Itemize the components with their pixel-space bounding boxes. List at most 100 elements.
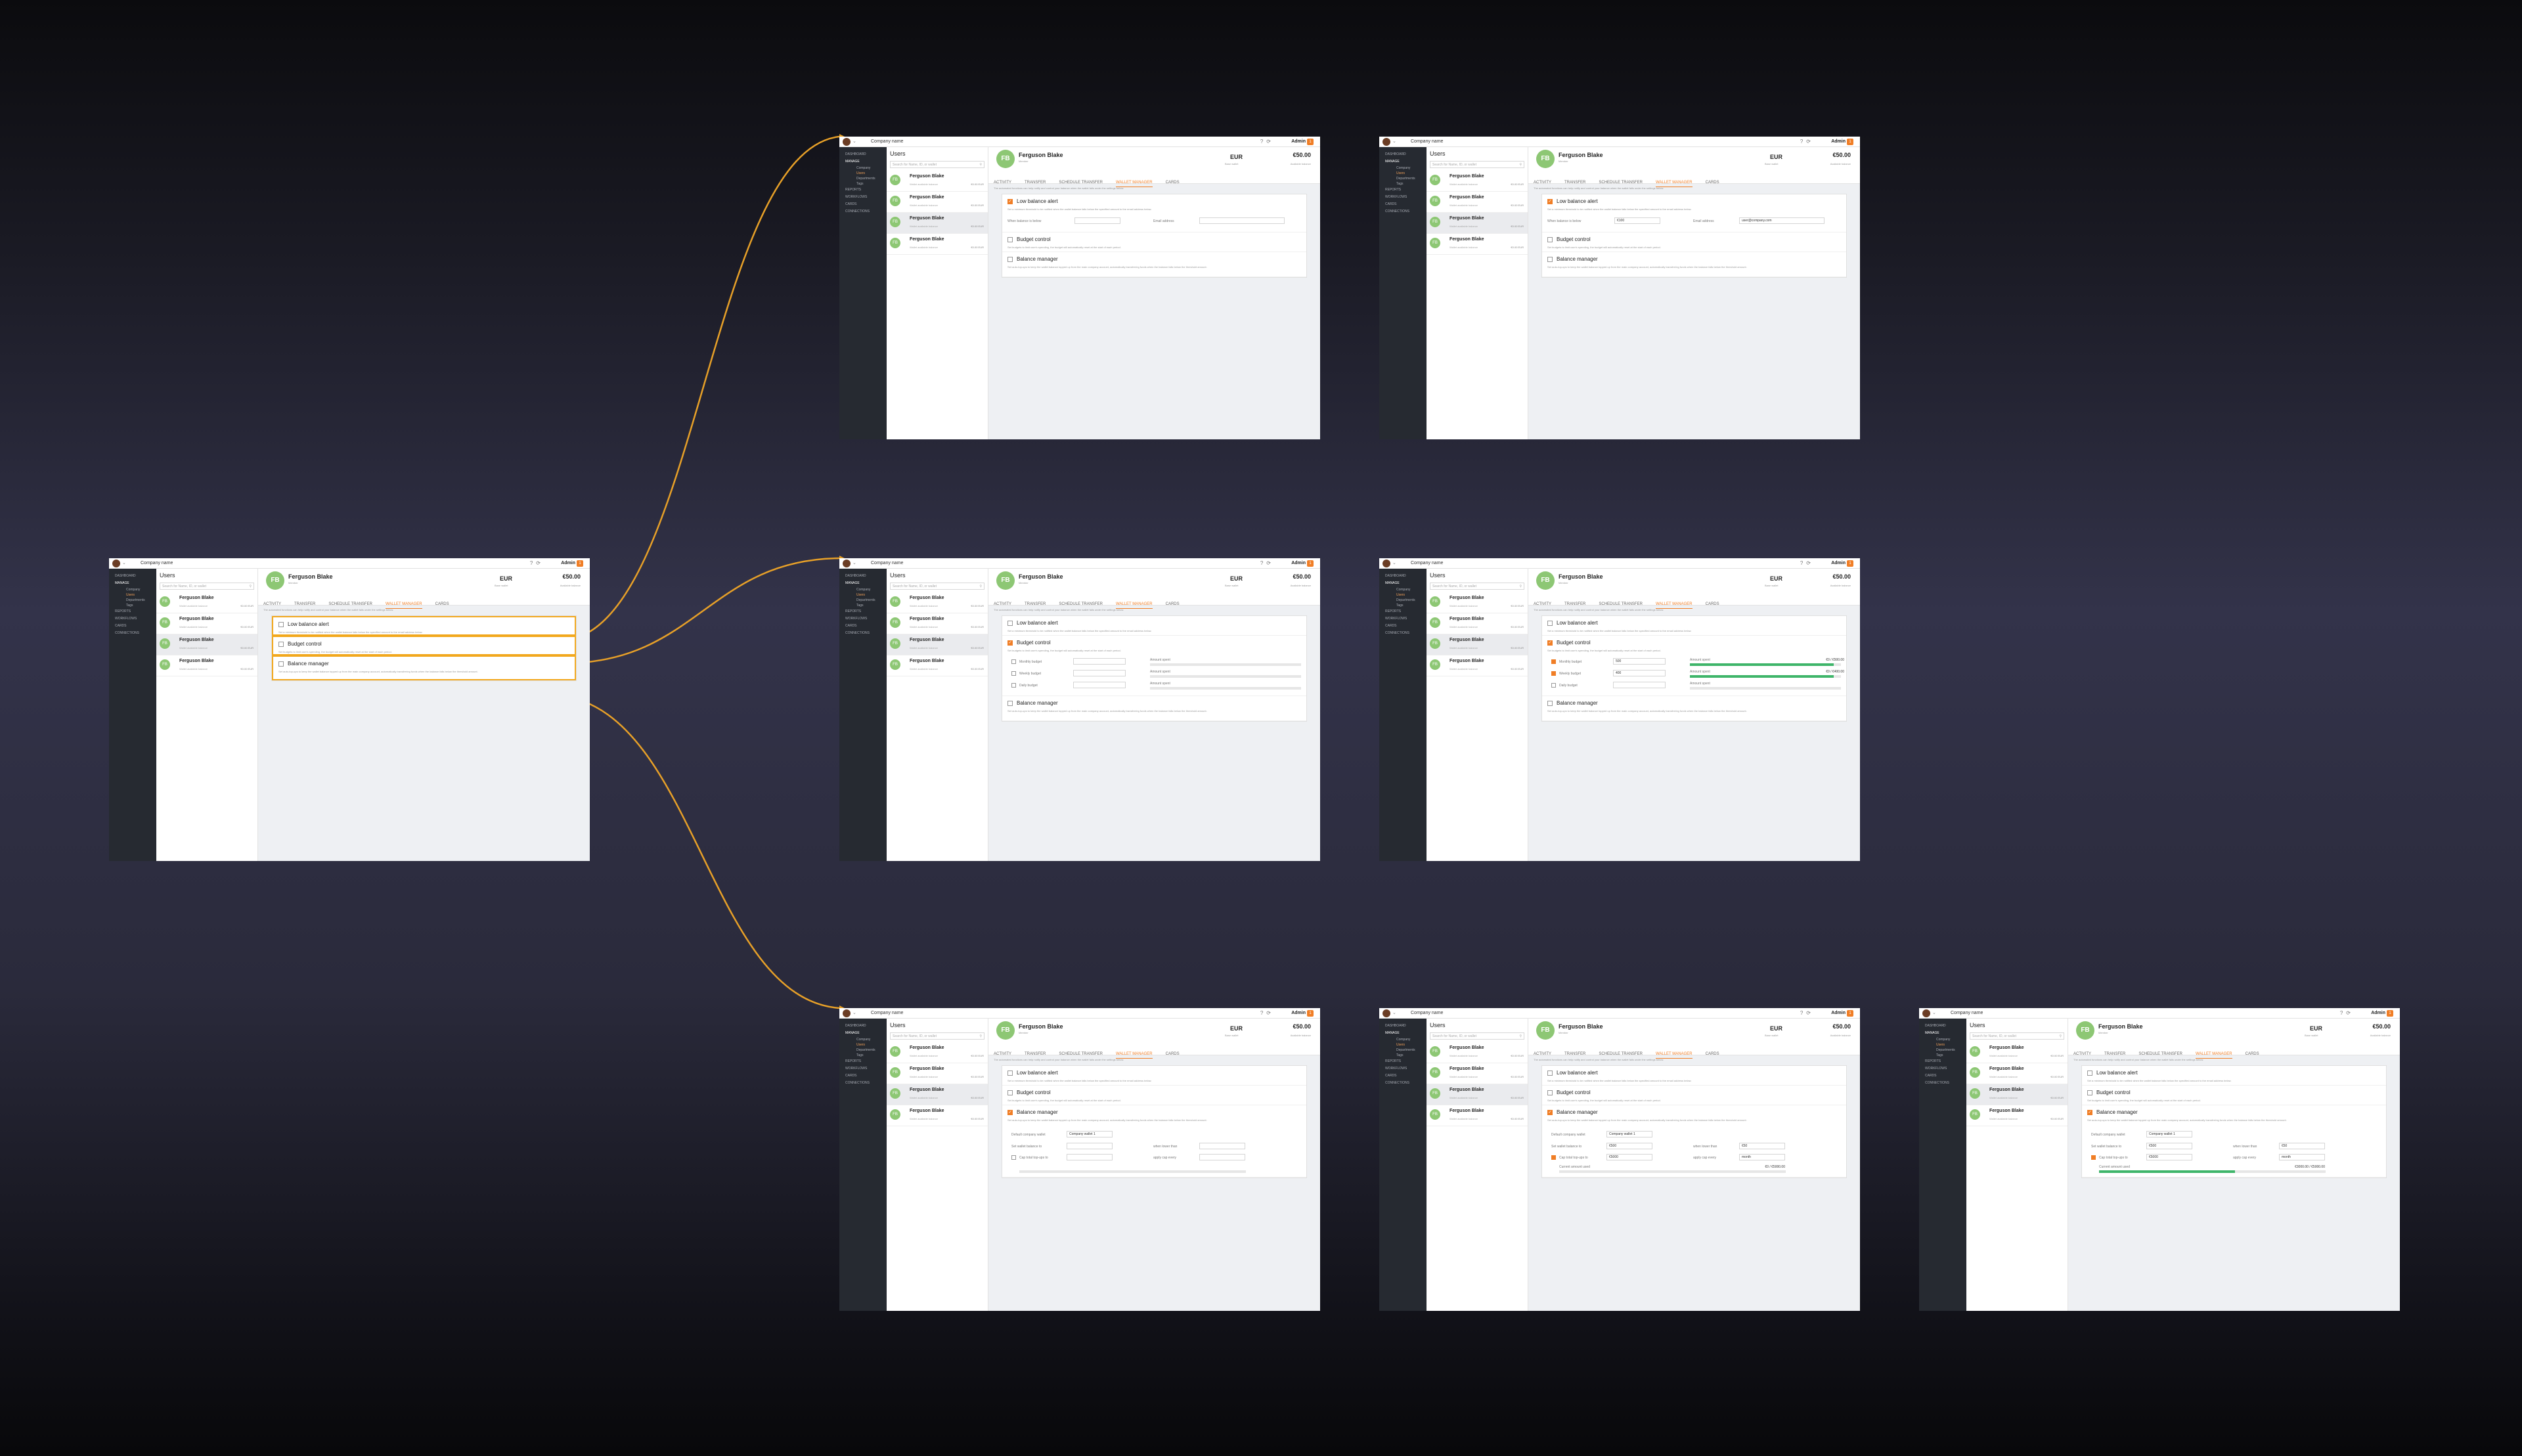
balance-manager-checkbox[interactable]: ✓ xyxy=(1007,1110,1013,1115)
sidebar-item[interactable]: CONNECTIONS xyxy=(839,208,887,215)
sidebar-item[interactable]: MANAGE xyxy=(839,580,887,587)
chevron-down-icon[interactable]: ⌄ xyxy=(1392,139,1396,144)
low-balance-checkbox[interactable]: ✓ xyxy=(1547,199,1553,204)
tab-item[interactable]: CARDS xyxy=(1706,179,1719,187)
list-item[interactable]: FB Ferguson Blake Wallet available balance… xyxy=(887,234,988,255)
list-item[interactable]: FB Ferguson Blake Wallet available balance… xyxy=(1427,192,1528,213)
list-item[interactable]: FB Ferguson Blake Wallet available balance… xyxy=(1427,1084,1528,1105)
sidebar-item[interactable]: Users xyxy=(1379,171,1427,176)
budget-input[interactable] xyxy=(1613,682,1666,688)
chevron-down-icon[interactable]: ⌄ xyxy=(122,560,126,565)
list-item[interactable]: FB Ferguson Blake Wallet available balance… xyxy=(1427,234,1528,255)
sidebar-item[interactable]: CONNECTIONS xyxy=(839,630,887,637)
list-item[interactable]: FB Ferguson Blake Wallet available balance… xyxy=(1427,634,1528,655)
sidebar-item[interactable]: CARDS xyxy=(1379,201,1427,208)
list-item[interactable]: FB Ferguson Blake Wallet available balance… xyxy=(887,192,988,213)
admin-menu[interactable]: Admin xyxy=(1291,139,1306,144)
budget-row-checkbox[interactable] xyxy=(1011,659,1016,664)
chevron-down-icon[interactable]: ⌄ xyxy=(852,139,856,144)
sidebar-item[interactable]: CONNECTIONS xyxy=(1919,1080,1966,1087)
wallet-select[interactable]: Company wallet 1 xyxy=(1606,1131,1652,1137)
tab-item[interactable]: CARDS xyxy=(1706,600,1719,608)
sidebar-item[interactable]: CONNECTIONS xyxy=(1379,630,1427,637)
sidebar-item[interactable]: Tags xyxy=(1379,603,1427,608)
list-item[interactable]: FB Ferguson Blake Wallet available balance… xyxy=(156,613,257,634)
sidebar-item[interactable]: Company xyxy=(839,1037,887,1042)
list-item[interactable]: FB Ferguson Blake Wallet available balance… xyxy=(1427,1105,1528,1126)
balance-manager-checkbox[interactable] xyxy=(1007,257,1013,262)
tab-item[interactable]: ACTIVITY xyxy=(1534,1050,1551,1058)
sidebar-item[interactable]: Company xyxy=(1919,1037,1966,1042)
apply-cap-select[interactable]: month xyxy=(1739,1154,1785,1160)
low-balance-checkbox[interactable] xyxy=(1007,1070,1013,1076)
tab-item[interactable]: ACTIVITY xyxy=(994,1050,1011,1058)
chevron-down-icon[interactable]: ⌄ xyxy=(852,560,856,565)
search-input[interactable]: Search for Name, ID, or wallet ⚲ xyxy=(160,583,254,590)
sidebar-item[interactable]: Departments xyxy=(1379,598,1427,603)
low-balance-checkbox[interactable]: ✓ xyxy=(1007,199,1013,204)
sidebar-item[interactable]: CARDS xyxy=(109,623,156,630)
budget-control-checkbox[interactable]: ✓ xyxy=(1007,640,1013,646)
sidebar-item[interactable]: Departments xyxy=(1379,1048,1427,1053)
sidebar-item[interactable]: CARDS xyxy=(1379,623,1427,630)
admin-menu[interactable]: Admin xyxy=(1831,139,1846,144)
notification-badge[interactable]: 1 xyxy=(1307,1010,1314,1017)
budget-control-checkbox[interactable] xyxy=(2087,1090,2092,1095)
search-input[interactable]: Search for Name, ID, or wallet ⚲ xyxy=(890,583,984,590)
sidebar-item[interactable]: Tags xyxy=(839,181,887,187)
threshold-input[interactable]: €100 xyxy=(1614,217,1660,224)
sidebar-item[interactable]: REPORTS xyxy=(839,187,887,194)
chevron-down-icon[interactable]: ⌄ xyxy=(1392,560,1396,565)
help-icon[interactable]: ?⟳ xyxy=(1260,139,1274,144)
sidebar-item[interactable]: WORKFLOWS xyxy=(839,194,887,201)
help-icon[interactable]: ?⟳ xyxy=(2340,1010,2354,1016)
set-balance-input[interactable]: €500 xyxy=(1606,1143,1652,1149)
sidebar-item[interactable]: DASHBOARD xyxy=(839,1023,887,1030)
search-input[interactable]: Search for Name, ID, or wallet ⚲ xyxy=(1430,1032,1524,1040)
tab-item[interactable]: TRANSFER xyxy=(2104,1050,2125,1058)
list-item[interactable]: FB Ferguson Blake Wallet available balance… xyxy=(887,171,988,192)
sidebar-item[interactable]: REPORTS xyxy=(1379,608,1427,615)
sidebar-item[interactable]: Tags xyxy=(1919,1053,1966,1058)
sidebar-item[interactable]: DASHBOARD xyxy=(1919,1023,1966,1030)
sidebar-item[interactable]: Users xyxy=(839,171,887,176)
tab-item[interactable]: TRANSFER xyxy=(1025,1050,1046,1058)
sidebar-item[interactable]: Users xyxy=(1379,1042,1427,1048)
tab-item[interactable]: CARDS xyxy=(2245,1050,2259,1058)
sidebar-item[interactable]: WORKFLOWS xyxy=(109,615,156,623)
budget-row-checkbox[interactable] xyxy=(1551,671,1556,676)
tab-item[interactable]: CARDS xyxy=(1706,1050,1719,1058)
sidebar-item[interactable]: REPORTS xyxy=(839,1058,887,1065)
sidebar-item[interactable]: MANAGE xyxy=(1919,1030,1966,1037)
sidebar-item[interactable]: Tags xyxy=(839,603,887,608)
sidebar-item[interactable]: Company xyxy=(839,587,887,592)
sidebar-item[interactable]: REPORTS xyxy=(839,608,887,615)
tab-item[interactable]: ACTIVITY xyxy=(994,600,1011,608)
sidebar-item[interactable]: WORKFLOWS xyxy=(839,615,887,623)
sidebar-item[interactable]: CONNECTIONS xyxy=(839,1080,887,1087)
list-item[interactable]: FB Ferguson Blake Wallet available balance… xyxy=(156,655,257,676)
search-input[interactable]: Search for Name, ID, or wallet ⚲ xyxy=(890,161,984,168)
help-icon[interactable]: ?⟳ xyxy=(530,560,544,566)
budget-row-checkbox[interactable] xyxy=(1011,671,1016,676)
sidebar-item[interactable]: DASHBOARD xyxy=(839,151,887,158)
set-balance-input[interactable] xyxy=(1067,1143,1113,1149)
budget-input[interactable] xyxy=(1073,658,1126,665)
list-item[interactable]: FB Ferguson Blake Wallet available balance… xyxy=(1966,1105,2068,1126)
sidebar-item[interactable]: CARDS xyxy=(1919,1072,1966,1080)
list-item[interactable]: FB Ferguson Blake Wallet available balance… xyxy=(1966,1063,2068,1084)
tab-item[interactable]: SCHEDULE TRANSFER xyxy=(2138,1050,2182,1058)
sidebar-item[interactable]: MANAGE xyxy=(839,158,887,165)
list-item[interactable]: FB Ferguson Blake Wallet available balance… xyxy=(1427,1042,1528,1063)
tab-item[interactable]: ACTIVITY xyxy=(1534,600,1551,608)
budget-control-checkbox[interactable] xyxy=(278,642,284,647)
tab-item[interactable]: ACTIVITY xyxy=(263,600,281,608)
sidebar-item[interactable]: Departments xyxy=(1919,1048,1966,1053)
sidebar-item[interactable]: MANAGE xyxy=(109,580,156,587)
balance-manager-checkbox[interactable] xyxy=(278,661,284,667)
sidebar-item[interactable]: CARDS xyxy=(839,1072,887,1080)
avatar[interactable] xyxy=(843,560,851,567)
budget-input[interactable]: 400 xyxy=(1613,670,1666,676)
low-balance-checkbox[interactable] xyxy=(1007,621,1013,626)
avatar[interactable] xyxy=(843,138,851,146)
